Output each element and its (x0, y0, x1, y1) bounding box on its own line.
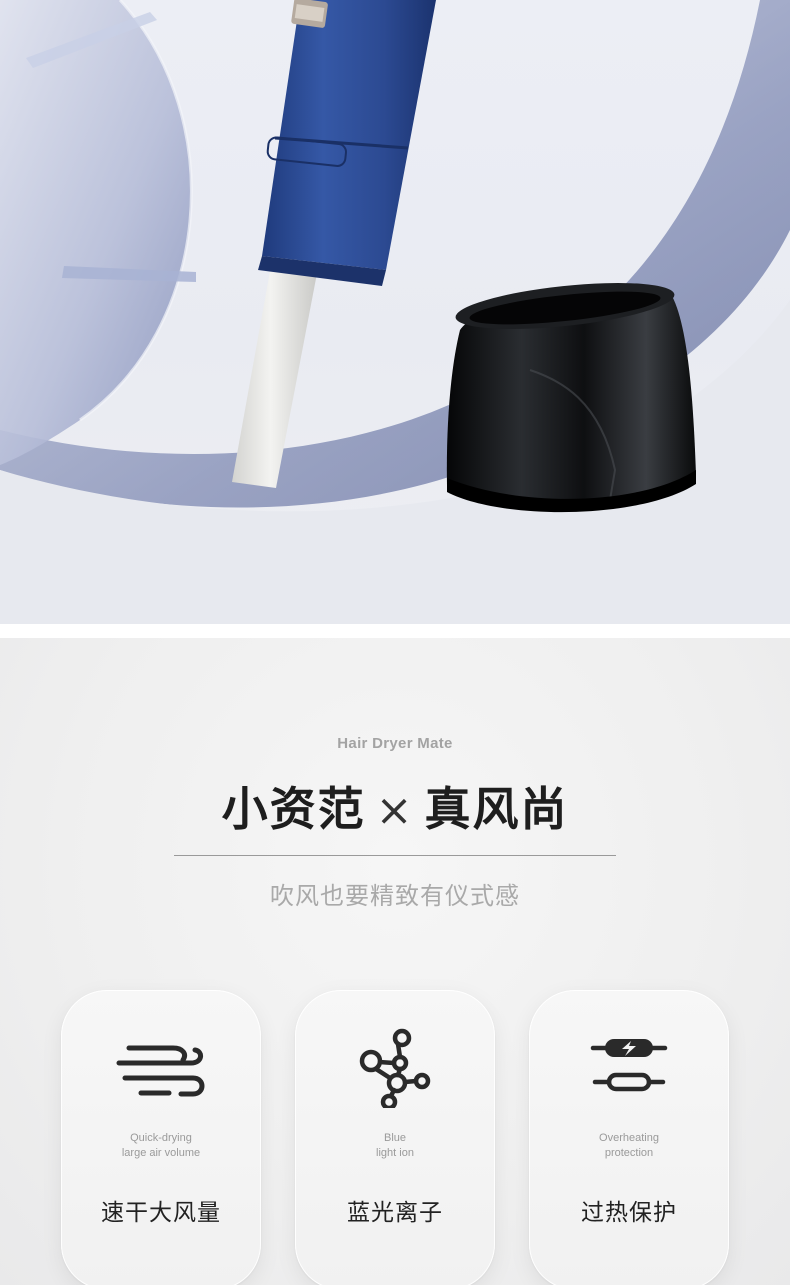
feature-cn-label: 过热保护 (581, 1200, 677, 1226)
wind-icon (116, 1045, 205, 1097)
feature-card-blue-light-ion: Blue light ion 蓝光离子 (295, 990, 495, 1285)
headline: 小资范 × 真风尚 (0, 778, 790, 842)
eyebrow-text: Hair Dryer Mate (337, 735, 453, 752)
hair-dryer-illustration (0, 0, 790, 624)
headline-separator: × (375, 785, 415, 836)
hero-product-photo (0, 0, 790, 624)
feature-en-label: Quick-drying large air volume (61, 1131, 261, 1161)
feature-cn-label: 速干大风量 (101, 1200, 221, 1226)
feature-en-line2: large air volume (121, 1147, 201, 1159)
feature-cn-label: 蓝光离子 (347, 1200, 443, 1226)
feature-en-line2: light ion (376, 1147, 414, 1159)
subline: 吹风也要精致有仪式感 (270, 882, 520, 910)
feature-section: Hair Dryer Mate 小资范 × 真风尚 吹风也要精致有仪式感 Quick… (0, 638, 790, 1285)
feature-en-line1: Overheating (599, 1132, 659, 1144)
feature-card-overheating-protection: Overheating protection 过热保护 (529, 990, 729, 1285)
headline-right: 真风尚 (424, 782, 569, 836)
feature-card-quick-drying: Quick-drying large air volume 速干大风量 (61, 990, 261, 1285)
headline-left: 小资范 (221, 782, 366, 836)
feature-en-line1: Quick-drying (130, 1132, 192, 1144)
feature-en-line1: Blue (383, 1132, 407, 1144)
molecule-icon (359, 1028, 431, 1108)
feature-en-label: Blue light ion (295, 1131, 495, 1161)
overheat-protection-icon (590, 1039, 668, 1092)
section-divider (0, 624, 790, 638)
headline-underline (174, 855, 616, 856)
feature-en-line2: protection (604, 1147, 654, 1159)
feature-en-label: Overheating protection (529, 1131, 729, 1161)
